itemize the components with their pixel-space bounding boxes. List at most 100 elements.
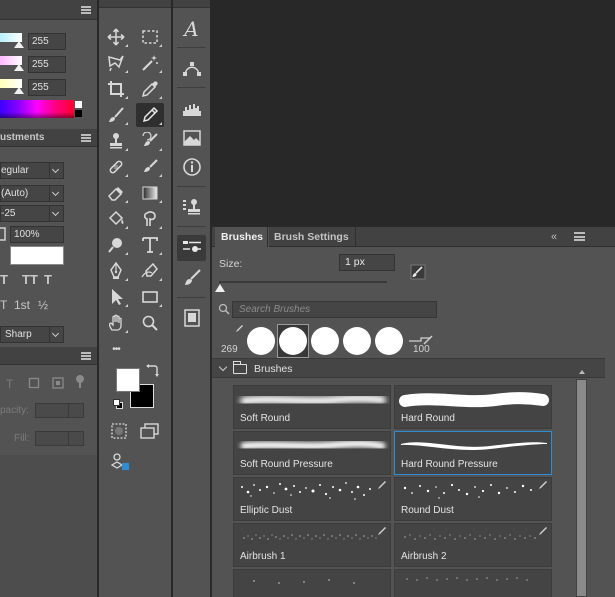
quick-mask-icon[interactable] (109, 421, 129, 441)
scroll-up-icon[interactable] (579, 370, 585, 374)
healing-brush-tool-icon[interactable] (102, 155, 130, 179)
gradient-tool-icon[interactable] (136, 181, 164, 205)
move-tool-icon[interactable] (102, 25, 130, 49)
color-spectrum[interactable] (0, 100, 74, 118)
pencil-tool-icon[interactable] (136, 103, 164, 127)
foreground-color[interactable] (116, 368, 140, 392)
tab-brush-settings[interactable]: Brush Settings (267, 227, 356, 247)
clone-stamp-tool-icon[interactable] (102, 129, 130, 153)
screen-mode-icon[interactable] (139, 421, 161, 441)
tab-brushes[interactable]: Brushes (215, 227, 270, 247)
recent-brush[interactable] (341, 324, 373, 358)
eraser-tool-icon[interactable] (102, 181, 130, 205)
info-panel-icon[interactable] (177, 154, 206, 180)
scrollbar-thumb[interactable] (577, 380, 586, 596)
histogram-panel-icon[interactable] (177, 96, 206, 122)
brushes-panel-icon[interactable] (177, 235, 206, 261)
size-input[interactable]: 1 px (339, 254, 395, 271)
color-value-field[interactable]: 255 (28, 79, 66, 96)
magic-wand-tool-icon[interactable] (136, 51, 164, 75)
superscript-icon[interactable]: T (0, 298, 7, 312)
filter-toggle-icon[interactable] (74, 374, 86, 390)
brush-tile[interactable] (394, 569, 552, 597)
default-colors-icon[interactable] (113, 399, 123, 409)
brush-tool-icon[interactable] (102, 103, 130, 127)
smart-object-filter-icon[interactable] (52, 377, 64, 389)
brush-tile[interactable]: Airbrush 2 (394, 523, 552, 567)
text-color-swatch[interactable] (10, 246, 64, 265)
opacity-field[interactable] (35, 403, 69, 418)
more-tools-icon[interactable]: ••• (102, 337, 130, 361)
all-caps-icon[interactable]: TT (22, 272, 38, 287)
faux-bold-icon[interactable]: T (0, 272, 8, 287)
vertical-scale-field[interactable]: 100% (10, 226, 64, 243)
brush-tile[interactable]: Airbrush 1 (233, 523, 391, 567)
type-layer-filter-icon[interactable]: T (6, 377, 13, 391)
collapse-panel-icon[interactable]: « (551, 231, 557, 243)
eyedropper-tool-icon[interactable] (136, 77, 164, 101)
history-brush-tool-icon[interactable] (136, 129, 164, 153)
leading-dropdown[interactable]: (Auto) (0, 185, 64, 202)
swap-colors-icon[interactable] (145, 364, 159, 378)
recent-brush[interactable] (373, 324, 405, 358)
search-brushes-input[interactable]: Search Brushes (232, 301, 437, 318)
fill-dropdown[interactable] (68, 431, 84, 446)
size-slider-thumb[interactable] (215, 284, 225, 292)
paint-bucket-tool-icon[interactable] (102, 207, 130, 231)
tracking-dropdown[interactable]: -25 (0, 205, 64, 222)
path-selection-tool-icon[interactable] (102, 285, 130, 309)
dodge-tool-icon[interactable] (102, 233, 130, 257)
antialias-dropdown[interactable]: Sharp (0, 326, 64, 343)
brush-tile[interactable]: Soft Round (233, 385, 391, 429)
color-value-field[interactable]: 255 (28, 56, 66, 73)
brush-tile[interactable]: Hard Round Pressure (394, 431, 552, 475)
clone-source-panel-icon[interactable] (177, 194, 206, 220)
color-value-field[interactable]: 255 (28, 33, 66, 50)
ordinals-icon[interactable]: 1st (14, 298, 30, 312)
color-slider-thumb[interactable] (14, 64, 24, 71)
recent-brush[interactable] (277, 324, 309, 358)
fractions-icon[interactable]: ½ (38, 298, 48, 312)
lasso-tool-icon[interactable] (102, 51, 130, 75)
recent-brush[interactable] (245, 324, 277, 358)
recent-brush[interactable] (309, 324, 341, 358)
type-tool-icon[interactable] (136, 233, 164, 257)
brush-tile[interactable]: Soft Round Pressure (233, 431, 391, 475)
scrollbar[interactable] (576, 379, 587, 597)
panel-menu-icon[interactable] (574, 232, 585, 241)
adjustments-tab[interactable]: ustments (0, 132, 44, 143)
color-slider-thumb[interactable] (14, 41, 24, 48)
edit-toolbar-icon[interactable] (109, 451, 131, 471)
panel-menu-icon[interactable] (81, 352, 91, 360)
smudge-tool-icon[interactable] (136, 207, 164, 231)
pen-tool-icon[interactable] (102, 259, 130, 283)
white-swatch[interactable] (75, 101, 82, 108)
art-history-brush-tool-icon[interactable] (136, 155, 164, 179)
toggle-brush-settings-icon[interactable] (409, 263, 426, 280)
black-swatch[interactable] (75, 110, 82, 117)
crop-tool-icon[interactable] (102, 77, 130, 101)
libraries-panel-icon[interactable] (177, 305, 206, 331)
opacity-dropdown[interactable] (68, 403, 84, 418)
panel-menu-icon[interactable] (81, 6, 91, 14)
brush-group-header[interactable]: Brushes (212, 358, 605, 378)
panel-menu-icon[interactable] (81, 134, 91, 142)
marquee-tool-icon[interactable] (136, 25, 164, 49)
rectangle-tool-icon[interactable] (136, 285, 164, 309)
brush-tile[interactable]: Hard Round (394, 385, 552, 429)
brush-tile[interactable]: Round Dust (394, 477, 552, 521)
size-slider-track[interactable] (219, 281, 387, 283)
hand-tool-icon[interactable] (102, 311, 130, 335)
small-caps-icon[interactable]: T (44, 272, 52, 287)
curvature-pen-tool-icon[interactable] (136, 259, 164, 283)
fill-field[interactable] (35, 431, 69, 446)
character-panel-icon[interactable]: A (177, 16, 206, 42)
brush-tile[interactable] (233, 569, 391, 597)
brush-settings-panel-icon[interactable] (177, 265, 206, 291)
shape-layer-filter-icon[interactable] (28, 377, 40, 389)
paths-panel-icon[interactable] (177, 56, 206, 82)
navigator-panel-icon[interactable] (177, 125, 206, 151)
color-slider-thumb[interactable] (14, 87, 24, 94)
font-style-dropdown[interactable]: egular (0, 162, 64, 179)
brush-tile[interactable]: Elliptic Dust (233, 477, 391, 521)
